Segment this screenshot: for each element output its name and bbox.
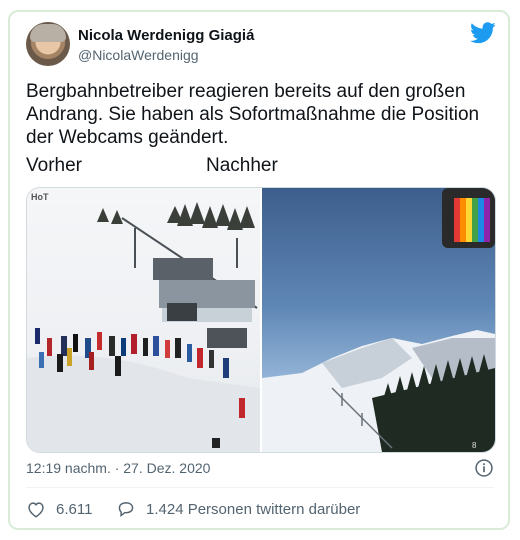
mountain-sky-webcam-photo[interactable]: 8 [262, 188, 495, 452]
ski-slope-crowd-photo[interactable]: HoT [27, 188, 260, 452]
info-icon[interactable] [474, 458, 494, 478]
tweet-labels: Vorher Nachher [26, 155, 496, 179]
like-count: 6.611 [56, 501, 93, 518]
author-name[interactable]: Nicola Werdenigg Giagiá [78, 27, 254, 44]
avatar-hair [30, 24, 66, 42]
twitter-bird-icon[interactable] [470, 22, 496, 44]
svg-text:8: 8 [472, 441, 477, 450]
mountain-illustration: 8 [262, 188, 495, 452]
avatar[interactable] [26, 22, 70, 66]
media-grid[interactable]: HoT 8 [26, 187, 496, 453]
people-tweeting-text: 1.424 Personen twittern darüber [146, 501, 361, 518]
label-after: Nachher [206, 155, 278, 176]
like-stat[interactable]: 6.611 [26, 500, 92, 518]
label-before: Vorher [26, 155, 82, 176]
people-tweeting-stat[interactable]: 1.424 Personen twittern darüber [116, 500, 360, 518]
tweet-timestamp[interactable]: 12:19 nachm. · 27. Dez. 2020 [26, 460, 210, 476]
watermark-hot: HoT [31, 192, 49, 202]
author-handle[interactable]: @NicolaWerdenigg [78, 47, 199, 63]
divider [26, 487, 494, 488]
reply-bubble-icon [118, 502, 134, 518]
tweet-text: Bergbahnbetreiber reagieren bereits auf … [26, 81, 480, 148]
heart-icon [28, 502, 44, 518]
ski-slope-illustration: HoT [27, 192, 260, 452]
